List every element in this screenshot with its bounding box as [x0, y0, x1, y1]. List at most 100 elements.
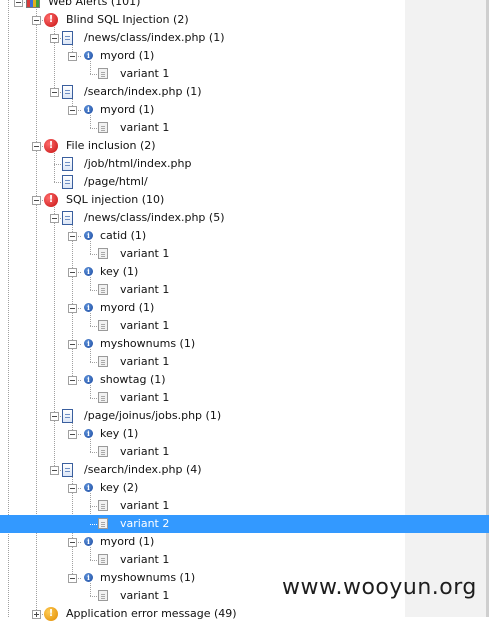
tree-item[interactable]: i myord (1) [0, 533, 405, 551]
tree-item-label: Web Alerts (101) [48, 0, 141, 8]
collapse-minus-icon[interactable] [68, 484, 77, 493]
info-icon: i [84, 303, 93, 312]
file-icon [62, 175, 73, 189]
tree-item[interactable]: /job/html/index.php [0, 155, 405, 173]
info-icon: i [84, 375, 93, 384]
tree-item-label: variant 1 [120, 391, 170, 404]
variant-icon [98, 446, 108, 457]
variant-icon [98, 68, 108, 79]
tree-item[interactable]: ! Blind SQL Injection (2) [0, 11, 405, 29]
tree-item-label: myord (1) [100, 301, 155, 314]
tree-item[interactable]: /page/joinus/jobs.php (1) [0, 407, 405, 425]
tree-item[interactable]: /news/class/index.php (5) [0, 209, 405, 227]
alerts-tree[interactable]: Web Alerts (101)! Blind SQL Injection (2)… [0, 0, 489, 621]
tree-item[interactable]: i myord (1) [0, 299, 405, 317]
collapse-minus-icon[interactable] [68, 430, 77, 439]
watermark-text: www.wooyun.org [282, 575, 477, 600]
tree-item[interactable]: i key (1) [0, 263, 405, 281]
variant-icon [98, 284, 108, 295]
tree-item-label: File inclusion (2) [66, 139, 156, 152]
tree-item[interactable]: /search/index.php (4) [0, 461, 405, 479]
tree-item[interactable]: Web Alerts (101) [0, 0, 405, 11]
collapse-minus-icon[interactable] [32, 16, 41, 25]
tree-item-label: myshownums (1) [100, 337, 196, 350]
collapse-minus-icon[interactable] [50, 466, 59, 475]
alert-high-icon: ! [44, 13, 58, 27]
tree-item-label: /search/index.php (1) [84, 85, 202, 98]
variant-icon [98, 518, 108, 529]
tree-item-label: variant 1 [120, 355, 170, 368]
tree-item[interactable]: i catid (1) [0, 227, 405, 245]
tree-item[interactable]: ! Application error message (49) [0, 605, 405, 623]
tree-item-label: myord (1) [100, 103, 155, 116]
file-icon [62, 211, 73, 225]
collapse-minus-icon[interactable] [68, 304, 77, 313]
collapse-minus-icon[interactable] [14, 0, 23, 7]
collapse-minus-icon[interactable] [68, 376, 77, 385]
collapse-minus-icon[interactable] [68, 538, 77, 547]
collapse-minus-icon[interactable] [50, 34, 59, 43]
tree-item[interactable]: i myord (1) [0, 101, 405, 119]
file-icon [62, 463, 73, 477]
tree-item[interactable]: i key (1) [0, 425, 405, 443]
file-icon [62, 31, 73, 45]
variant-icon [98, 356, 108, 367]
info-icon: i [84, 267, 93, 276]
tree-item-label: key (1) [100, 427, 139, 440]
tree-item-variant[interactable]: variant 1 [0, 551, 405, 569]
tree-item-label: /search/index.php (4) [84, 463, 202, 476]
tree-item-label: variant 1 [120, 553, 170, 566]
collapse-minus-icon[interactable] [68, 574, 77, 583]
tree-item-variant[interactable]: variant 1 [0, 389, 405, 407]
variant-icon [98, 554, 108, 565]
tree-item-variant[interactable]: variant 1 [0, 65, 405, 83]
tree-item-variant[interactable]: variant 2 [0, 515, 489, 533]
collapse-minus-icon[interactable] [32, 196, 41, 205]
tree-item-variant[interactable]: variant 1 [0, 353, 405, 371]
collapse-minus-icon[interactable] [68, 52, 77, 61]
tree-item-label: variant 1 [120, 589, 170, 602]
alert-high-icon: ! [44, 193, 58, 207]
info-icon: i [84, 231, 93, 240]
tree-item[interactable]: ! File inclusion (2) [0, 137, 405, 155]
tree-item-variant[interactable]: variant 1 [0, 497, 405, 515]
tree-item-label: showtag (1) [100, 373, 166, 386]
tree-item-label: myshownums (1) [100, 571, 196, 584]
tree-item[interactable]: i myord (1) [0, 47, 405, 65]
collapse-minus-icon[interactable] [68, 232, 77, 241]
tree-item[interactable]: i key (2) [0, 479, 405, 497]
expand-plus-icon[interactable] [32, 610, 41, 619]
tree-item[interactable]: /search/index.php (1) [0, 83, 405, 101]
tree-item-label: variant 1 [120, 283, 170, 296]
tree-item[interactable]: /page/html/ [0, 173, 405, 191]
tree-item-variant[interactable]: variant 1 [0, 317, 405, 335]
tree-item[interactable]: /news/class/index.php (1) [0, 29, 405, 47]
info-icon: i [84, 483, 93, 492]
tree-item-label: Blind SQL Injection (2) [66, 13, 189, 26]
variant-icon [98, 500, 108, 511]
tree-item-label: key (2) [100, 481, 139, 494]
collapse-minus-icon[interactable] [50, 88, 59, 97]
tree-item-variant[interactable]: variant 1 [0, 443, 405, 461]
tree-item[interactable]: i showtag (1) [0, 371, 405, 389]
info-icon: i [84, 51, 93, 60]
collapse-minus-icon[interactable] [68, 268, 77, 277]
tree-item[interactable]: i myshownums (1) [0, 335, 405, 353]
tree-item-label: key (1) [100, 265, 139, 278]
variant-icon [98, 590, 108, 601]
tree-item-variant[interactable]: variant 1 [0, 281, 405, 299]
tree-item-variant[interactable]: variant 1 [0, 119, 405, 137]
variant-icon [98, 392, 108, 403]
collapse-minus-icon[interactable] [50, 412, 59, 421]
file-icon [62, 85, 73, 99]
collapse-minus-icon[interactable] [68, 340, 77, 349]
collapse-minus-icon[interactable] [68, 106, 77, 115]
tree-item-label: myord (1) [100, 535, 155, 548]
collapse-minus-icon[interactable] [50, 214, 59, 223]
collapse-minus-icon[interactable] [32, 142, 41, 151]
info-icon: i [84, 537, 93, 546]
tree-item[interactable]: ! SQL injection (10) [0, 191, 405, 209]
info-icon: i [84, 105, 93, 114]
info-icon: i [84, 573, 93, 582]
tree-item-variant[interactable]: variant 1 [0, 245, 405, 263]
